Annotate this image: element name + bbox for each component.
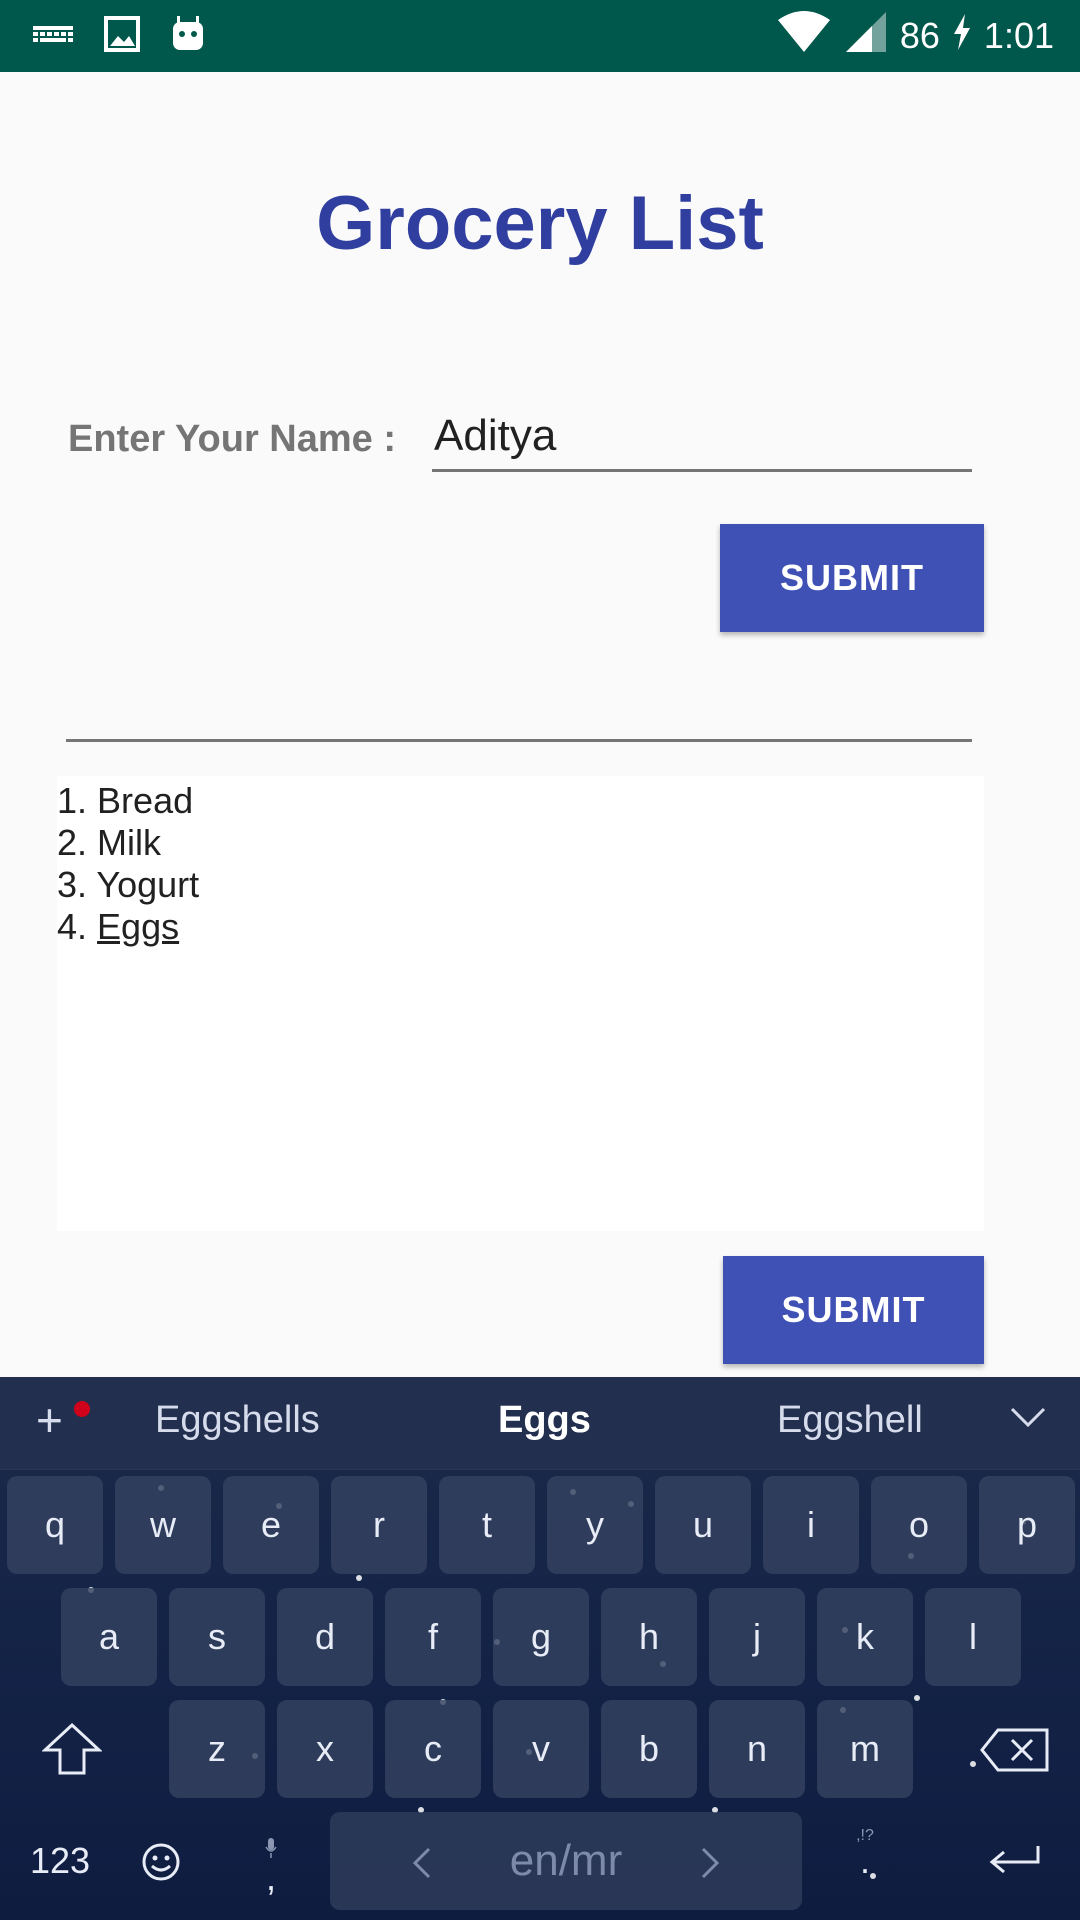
grocery-list[interactable]: 1. Bread 2. Milk 3. Yogurt 4. Eggs [57, 776, 984, 1231]
grocery-item-input[interactable] [66, 670, 972, 742]
sparkle-decoration [914, 1695, 920, 1701]
key-d[interactable]: d [277, 1588, 373, 1686]
sparkle-decoration [356, 1575, 362, 1581]
key-a[interactable]: a [61, 1588, 157, 1686]
soft-keyboard: + Eggshells Eggs Eggshell q w e r t y u … [0, 1377, 1080, 1920]
chevron-right-icon [700, 1846, 720, 1888]
key-b[interactable]: b [601, 1700, 697, 1798]
key-g[interactable]: g [493, 1588, 589, 1686]
android-icon [170, 14, 206, 59]
backspace-key[interactable] [960, 1700, 1070, 1798]
notification-dot [74, 1401, 90, 1417]
emoji-icon [122, 1812, 200, 1891]
key-h[interactable]: h [601, 1588, 697, 1686]
period-key[interactable]: ,!? . [830, 1812, 900, 1910]
status-bar-notifications [32, 14, 206, 59]
list-item: 1. Bread [57, 780, 194, 821]
emoji-key[interactable] [122, 1812, 200, 1910]
chevron-down-icon[interactable] [1010, 1405, 1046, 1434]
submit-name-button[interactable]: SUBMIT [720, 524, 984, 632]
key-n[interactable]: n [709, 1700, 805, 1798]
list-item: 2. Milk [57, 822, 162, 863]
shift-key[interactable] [20, 1700, 124, 1798]
status-bar-system: 86 1:01 [776, 0, 1054, 72]
name-label: Enter Your Name : [68, 418, 397, 460]
clock: 1:01 [983, 15, 1054, 56]
key-y[interactable]: y [547, 1476, 643, 1574]
key-o[interactable]: o [871, 1476, 967, 1574]
shift-icon [20, 1700, 124, 1785]
numbers-key[interactable]: 123 [10, 1812, 110, 1910]
key-k[interactable]: k [817, 1588, 913, 1686]
battery-charging-icon [952, 12, 972, 61]
status-bar: 86 1:01 [0, 0, 1080, 72]
space-bar[interactable]: en/mr [330, 1812, 802, 1910]
enter-key[interactable] [960, 1812, 1070, 1910]
key-i[interactable]: i [763, 1476, 859, 1574]
key-q[interactable]: q [7, 1476, 103, 1574]
battery-level: 86 [899, 15, 940, 56]
key-w[interactable]: w [115, 1476, 211, 1574]
keyboard-icon [32, 14, 74, 59]
page-title: Grocery List [316, 181, 764, 266]
submit-list-button[interactable]: SUBMIT [723, 1256, 984, 1364]
key-e[interactable]: e [223, 1476, 319, 1574]
suggestion-eggshells[interactable]: Eggshells [155, 1399, 320, 1442]
key-c[interactable]: c [385, 1700, 481, 1798]
key-u[interactable]: u [655, 1476, 751, 1574]
name-input[interactable] [432, 402, 972, 472]
list-item: 4. Eggs [57, 906, 180, 947]
suggestion-bar: + Eggshells Eggs Eggshell [0, 1377, 1080, 1470]
image-icon [104, 14, 140, 59]
space-language-label: en/mr [509, 1836, 623, 1885]
key-z[interactable]: z [169, 1700, 265, 1798]
plus-icon[interactable]: + [36, 1393, 63, 1447]
key-r[interactable]: r [331, 1476, 427, 1574]
backspace-icon [960, 1700, 1070, 1781]
key-x[interactable]: x [277, 1700, 373, 1798]
suggestion-eggs[interactable]: Eggs [498, 1399, 591, 1442]
key-m[interactable]: m [817, 1700, 913, 1798]
comma-key[interactable]: , [236, 1812, 306, 1910]
suggestion-eggshell[interactable]: Eggshell [777, 1399, 923, 1442]
wifi-icon [776, 10, 832, 63]
signal-icon [844, 10, 888, 63]
key-t[interactable]: t [439, 1476, 535, 1574]
key-j[interactable]: j [709, 1588, 805, 1686]
key-s[interactable]: s [169, 1588, 265, 1686]
key-f[interactable]: f [385, 1588, 481, 1686]
enter-icon [960, 1812, 1070, 1887]
key-v[interactable]: v [493, 1700, 589, 1798]
list-item: 3. Yogurt [57, 864, 200, 905]
key-l[interactable]: l [925, 1588, 1021, 1686]
key-p[interactable]: p [979, 1476, 1075, 1574]
